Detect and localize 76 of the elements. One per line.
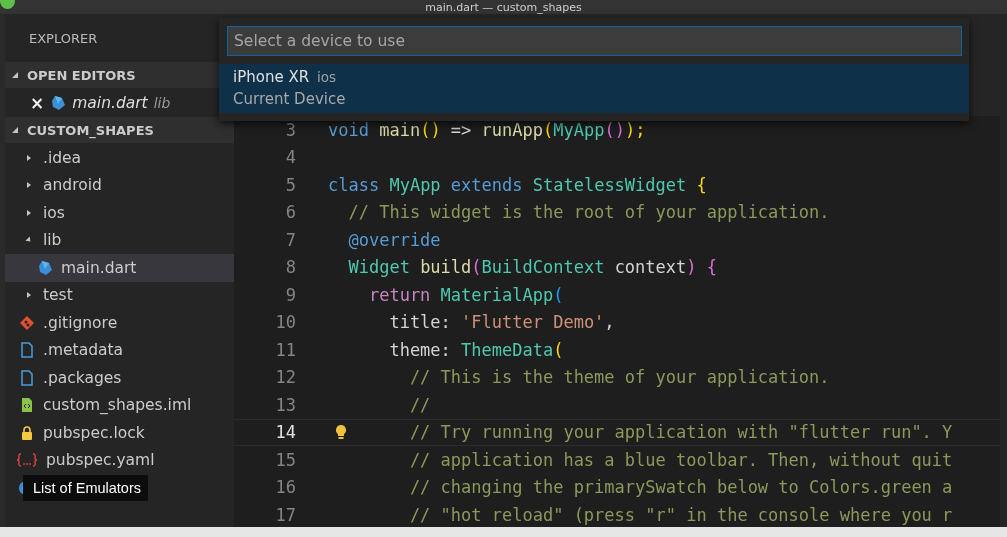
line-number: 14 (274, 422, 296, 443)
line-number: 3 (284, 119, 296, 140)
code-line: @override (348, 229, 441, 250)
code-line: // Try running your application with "flutter run". Y (409, 422, 953, 443)
file-name: pubspec.yaml (46, 451, 155, 470)
code-line: theme: ThemeData( (389, 339, 564, 360)
tree-item[interactable]: custom_shapes.iml (5, 391, 234, 419)
search-field[interactable]: Select a device to use (227, 26, 962, 56)
lock-icon (19, 424, 35, 441)
tree-item[interactable]: main.dart (5, 254, 234, 282)
braces-icon (16, 452, 38, 469)
tree-item[interactable]: test (5, 281, 234, 309)
tree-item[interactable]: .idea (5, 144, 234, 172)
code-line: Widget build(BuildContext context) { (348, 257, 717, 278)
file-name: main.dart (72, 94, 148, 112)
tree-item[interactable]: lib (5, 226, 234, 254)
file-folder: lib (153, 95, 171, 111)
code-line: // (409, 394, 431, 415)
line-number: 9 (284, 284, 296, 305)
code-line: return MaterialApp( (368, 284, 564, 305)
section-header[interactable]: CUSTOM_SHAPES (5, 117, 234, 143)
code-line: title: 'Flutter Demo', (389, 312, 615, 333)
code-line: void main() => runApp(MyApp()); (328, 119, 646, 140)
tree-item[interactable]: ios (5, 199, 234, 227)
tree-item[interactable]: pubspec.lock (5, 419, 234, 447)
file-name: .gitignore (43, 313, 118, 332)
line-number: 6 (284, 202, 296, 223)
line-number: 7 (284, 229, 296, 250)
file-icon (19, 342, 35, 359)
tree-item[interactable]: .metadata (5, 336, 234, 364)
file-name: .packages (43, 368, 122, 387)
tooltip: List of Emulators (23, 475, 148, 501)
line-number: 11 (274, 339, 296, 360)
line-number: 13 (274, 394, 296, 415)
tree-item[interactable]: android (5, 171, 234, 199)
line-number: 15 (274, 449, 296, 470)
file-name: .metadata (43, 341, 124, 360)
file-name: lib (43, 231, 62, 250)
code-line: class MyApp extends StatelessWidget { (328, 174, 707, 195)
code-line: // changing the primarySwatch below to Colors.green a (409, 477, 953, 498)
file-icon (19, 369, 35, 386)
line-number: 16 (274, 477, 296, 498)
line-number: 8 (284, 257, 296, 278)
device-option[interactable]: iPhone XR ios Current Device (219, 64, 969, 113)
tree-item[interactable]: pubspec.yaml (5, 446, 234, 474)
section-title: CUSTOM_SHAPES (27, 122, 154, 138)
file-name: pubspec.lock (43, 423, 145, 442)
file-name: test (43, 286, 73, 305)
close-icon[interactable]: × (30, 93, 45, 113)
file-name: main.dart (61, 258, 137, 277)
lightbulb-icon[interactable] (335, 423, 347, 440)
line-number: 4 (284, 147, 296, 168)
code-line: // "hot reload" (press "r" in the console where you r (409, 504, 953, 525)
tree-item[interactable]: .gitignore (5, 309, 234, 337)
file-name: .idea (43, 148, 82, 167)
file-name: android (43, 176, 102, 195)
device-description: Current Device (233, 90, 347, 108)
code-file-icon (19, 397, 35, 414)
dart-icon (50, 95, 67, 111)
tree-item[interactable]: .packages (5, 364, 234, 392)
diamond-icon (19, 314, 35, 331)
line-number: 10 (274, 312, 296, 333)
sidebar-title: EXPLORER (28, 29, 99, 48)
code-line: // application has a blue toolbar. Then, without quit (409, 449, 953, 470)
file-name: ios (43, 203, 65, 222)
dart-icon (37, 259, 53, 276)
device-platform: ios (317, 69, 337, 85)
section-title: OPEN EDITORS (27, 67, 136, 83)
line-number: 12 (274, 367, 296, 388)
code-line: // This widget is the root of your application. (348, 202, 830, 223)
line-number: 17 (274, 504, 296, 525)
file-name: custom_shapes.iml (43, 396, 192, 415)
window-title: main.dart — custom_shapes (425, 0, 582, 14)
line-number: 5 (284, 174, 296, 195)
code-line: // This is the theme of your application. (409, 367, 830, 388)
device-name: iPhone XR (233, 68, 310, 86)
